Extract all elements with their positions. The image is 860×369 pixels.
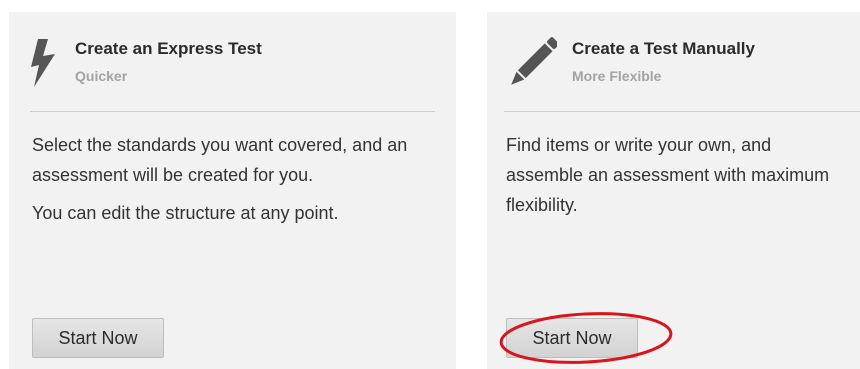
pencil-icon — [511, 37, 557, 85]
divider — [504, 111, 860, 112]
card-header: Create an Express Test Quicker — [9, 12, 456, 112]
description-paragraph: Select the standards you want covered, a… — [32, 135, 408, 185]
card-subtitle: More Flexible — [572, 68, 662, 84]
card-subtitle: Quicker — [75, 68, 128, 84]
start-express-test-button[interactable]: Start Now — [32, 318, 164, 358]
divider — [30, 111, 435, 112]
express-test-card: Create an Express Test Quicker Select th… — [9, 12, 456, 369]
description-paragraph: Find items or write your own, and assemb… — [506, 135, 830, 215]
card-description: Select the standards you want covered, a… — [32, 130, 422, 236]
card-title: Create an Express Test — [75, 39, 262, 58]
manual-test-card: Create a Test Manually More Flexible Fin… — [487, 12, 860, 369]
card-header: Create a Test Manually More Flexible — [487, 12, 860, 112]
card-title: Create a Test Manually — [572, 39, 755, 58]
description-paragraph: You can edit the structure at any point. — [32, 203, 339, 223]
start-manual-test-button[interactable]: Start Now — [506, 318, 638, 358]
lightning-bolt-icon — [31, 39, 55, 87]
card-description: Find items or write your own, and assemb… — [506, 130, 836, 228]
